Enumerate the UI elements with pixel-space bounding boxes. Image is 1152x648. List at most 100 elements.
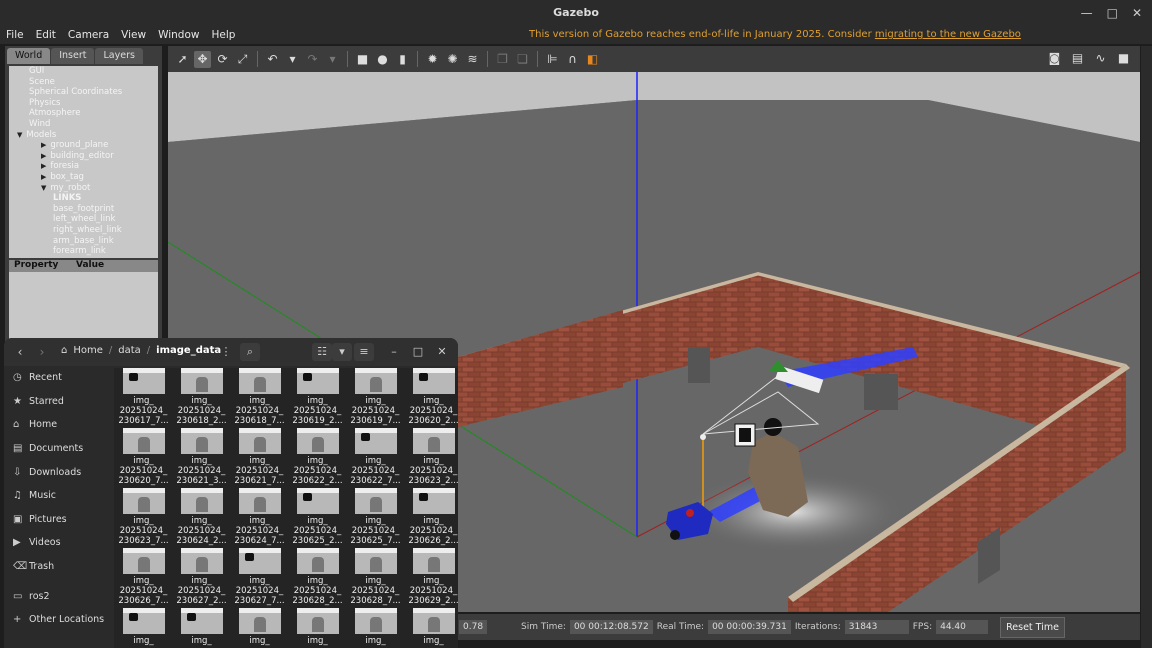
sidebar-item-other-locations[interactable]: + Other Locations (4, 608, 112, 632)
sidebar-item-music[interactable]: ♫ Music (4, 484, 112, 508)
copy-icon[interactable]: ❐ (494, 51, 511, 68)
box-shape-icon[interactable]: ■ (354, 51, 371, 68)
main-menu-icon[interactable]: ≡ (354, 343, 374, 361)
tree-item[interactable]: ▶ building_editor (9, 151, 158, 162)
maximize-icon[interactable]: □ (1107, 0, 1118, 26)
rotate-mode-icon[interactable]: ⟳ (214, 51, 231, 68)
minimize-icon[interactable]: — (1081, 0, 1093, 26)
minimize-icon[interactable]: – (384, 343, 404, 361)
sidebar-item-trash[interactable]: ⌫ Trash (4, 555, 112, 579)
scale-mode-icon[interactable]: ⤢ (234, 51, 251, 68)
file-item[interactable]: img_ 20251024_ 230618_7... (231, 368, 288, 428)
tree-item[interactable]: arm_base_link (9, 236, 158, 247)
file-item[interactable]: img_ (115, 608, 172, 648)
snap-icon[interactable]: ∩ (564, 51, 581, 68)
menu-camera[interactable]: Camera (62, 29, 115, 41)
sidebar-item-home[interactable]: ⌂ Home (4, 413, 112, 437)
close-icon[interactable]: ✕ (1132, 0, 1142, 26)
file-item[interactable]: img_ (231, 608, 288, 648)
menu-view[interactable]: View (115, 29, 152, 41)
tree-item[interactable]: base_footprint (9, 204, 158, 215)
file-item[interactable]: img_ 20251024_ 230627_7... (231, 548, 288, 608)
file-item[interactable]: img_ 20251024_ 230620_7... (115, 428, 172, 488)
search-icon[interactable]: ⌕ (240, 343, 260, 361)
undo-icon[interactable]: ↶ (264, 51, 281, 68)
crumb-data[interactable]: data (118, 345, 141, 356)
menu-window[interactable]: Window (152, 29, 205, 41)
tree-item[interactable]: ▶ ground_plane (9, 140, 158, 151)
file-item[interactable]: img_ 20251024_ 230625_2... (289, 488, 346, 548)
plot-icon[interactable]: ∿ (1092, 50, 1109, 67)
tree-item[interactable]: left_wheel_link (9, 214, 158, 225)
translate-mode-icon[interactable]: ✥ (194, 50, 211, 68)
sidebar-item-starred[interactable]: ★ Starred (4, 390, 112, 414)
file-item[interactable]: img_ 20251024_ 230626_2... (405, 488, 458, 548)
sidebar-item-recent[interactable]: ◷ Recent (4, 366, 112, 390)
log-icon[interactable]: ▤ (1069, 50, 1086, 67)
path-menu-icon[interactable]: ⋮ (216, 343, 236, 361)
sidebar-item-pictures[interactable]: ▣ Pictures (4, 508, 112, 532)
file-item[interactable]: img_ 20251024_ 230619_2... (289, 368, 346, 428)
tree-item[interactable]: LINKS (9, 193, 158, 204)
collapsed-arrow-icon[interactable]: ▶ (41, 162, 46, 170)
tree-item[interactable]: forearm_link (9, 246, 158, 257)
video-record-icon[interactable]: ■ (1115, 50, 1132, 67)
tree-item[interactable]: Physics (9, 98, 158, 109)
collapsed-arrow-icon[interactable]: ▶ (41, 141, 46, 149)
forward-icon[interactable]: › (34, 344, 50, 360)
sidebar-item-ros2[interactable]: ▭ ros2 (4, 584, 112, 608)
directional-light-icon[interactable]: ≋ (464, 51, 481, 68)
sidebar-item-videos[interactable]: ▶ Videos (4, 531, 112, 555)
menu-edit[interactable]: Edit (30, 29, 62, 41)
view-options-icon[interactable]: ▾ (332, 343, 352, 361)
view-list-icon[interactable]: ☷ (312, 343, 332, 361)
file-item[interactable]: img_ 20251024_ 230624_7... (231, 488, 288, 548)
tree-item[interactable]: right_wheel_link (9, 225, 158, 236)
tree-item[interactable]: Wind (9, 119, 158, 130)
expanded-arrow-icon[interactable]: ▼ (17, 131, 22, 139)
file-item[interactable]: img_ 20251024_ 230629_2... (405, 548, 458, 608)
file-item[interactable]: img_ 20251024_ 230619_7... (347, 368, 404, 428)
reset-time-button[interactable]: Reset Time (1000, 616, 1065, 638)
sphere-shape-icon[interactable]: ● (374, 51, 391, 68)
file-item[interactable]: img_ (347, 608, 404, 648)
paste-icon[interactable]: ❏ (514, 51, 531, 68)
align-icon[interactable]: ⊫ (544, 51, 561, 68)
redo-icon[interactable]: ↷ (304, 51, 321, 68)
file-item[interactable]: img_ 20251024_ 230628_7... (347, 548, 404, 608)
file-item[interactable]: img_ 20251024_ 230625_7... (347, 488, 404, 548)
file-item[interactable]: img_ 20251024_ 230622_7... (347, 428, 404, 488)
tree-item[interactable]: Atmosphere (9, 108, 158, 119)
tab-layers[interactable]: Layers (95, 48, 143, 64)
maximize-icon[interactable]: □ (408, 343, 428, 361)
tree-item[interactable]: ▼ Models (9, 130, 158, 141)
tab-insert[interactable]: Insert (51, 48, 95, 64)
migrate-link[interactable]: migrating to the new Gazebo (875, 29, 1021, 40)
file-item[interactable]: img_ (173, 608, 230, 648)
file-item[interactable]: img_ 20251024_ 230617_7... (115, 368, 172, 428)
file-item[interactable]: img_ 20251024_ 230627_2... (173, 548, 230, 608)
file-item[interactable]: img_ 20251024_ 230621_3... (173, 428, 230, 488)
file-item[interactable]: img_ 20251024_ 230624_2... (173, 488, 230, 548)
crumb-current[interactable]: image_data (156, 345, 221, 356)
file-item[interactable]: img_ 20251024_ 230620_2... (405, 368, 458, 428)
sidebar-item-documents[interactable]: ▤ Documents (4, 437, 112, 461)
point-light-icon[interactable]: ✹ (424, 51, 441, 68)
tree-item[interactable]: Spherical Coordinates (9, 87, 158, 98)
file-item[interactable]: img_ 20251024_ 230621_7... (231, 428, 288, 488)
file-item[interactable]: img_ 20251024_ 230618_2... (173, 368, 230, 428)
file-item[interactable]: img_ (405, 608, 458, 648)
cylinder-shape-icon[interactable]: ▮ (394, 51, 411, 68)
expanded-arrow-icon[interactable]: ▼ (41, 184, 46, 192)
close-icon[interactable]: ✕ (432, 343, 452, 361)
tree-item[interactable]: ▼ my_robot (9, 183, 158, 194)
file-item[interactable]: img_ 20251024_ 230626_7... (115, 548, 172, 608)
tree-item[interactable]: ▶ box_tag (9, 172, 158, 183)
file-item[interactable]: img_ 20251024_ 230622_2... (289, 428, 346, 488)
sidebar-item-downloads[interactable]: ⇩ Downloads (4, 460, 112, 484)
collapsed-arrow-icon[interactable]: ▶ (41, 173, 46, 181)
collapsed-arrow-icon[interactable]: ▶ (41, 152, 46, 160)
redo-dropdown-icon[interactable]: ▾ (324, 51, 341, 68)
undo-dropdown-icon[interactable]: ▾ (284, 51, 301, 68)
tree-item[interactable]: Scene (9, 77, 158, 88)
